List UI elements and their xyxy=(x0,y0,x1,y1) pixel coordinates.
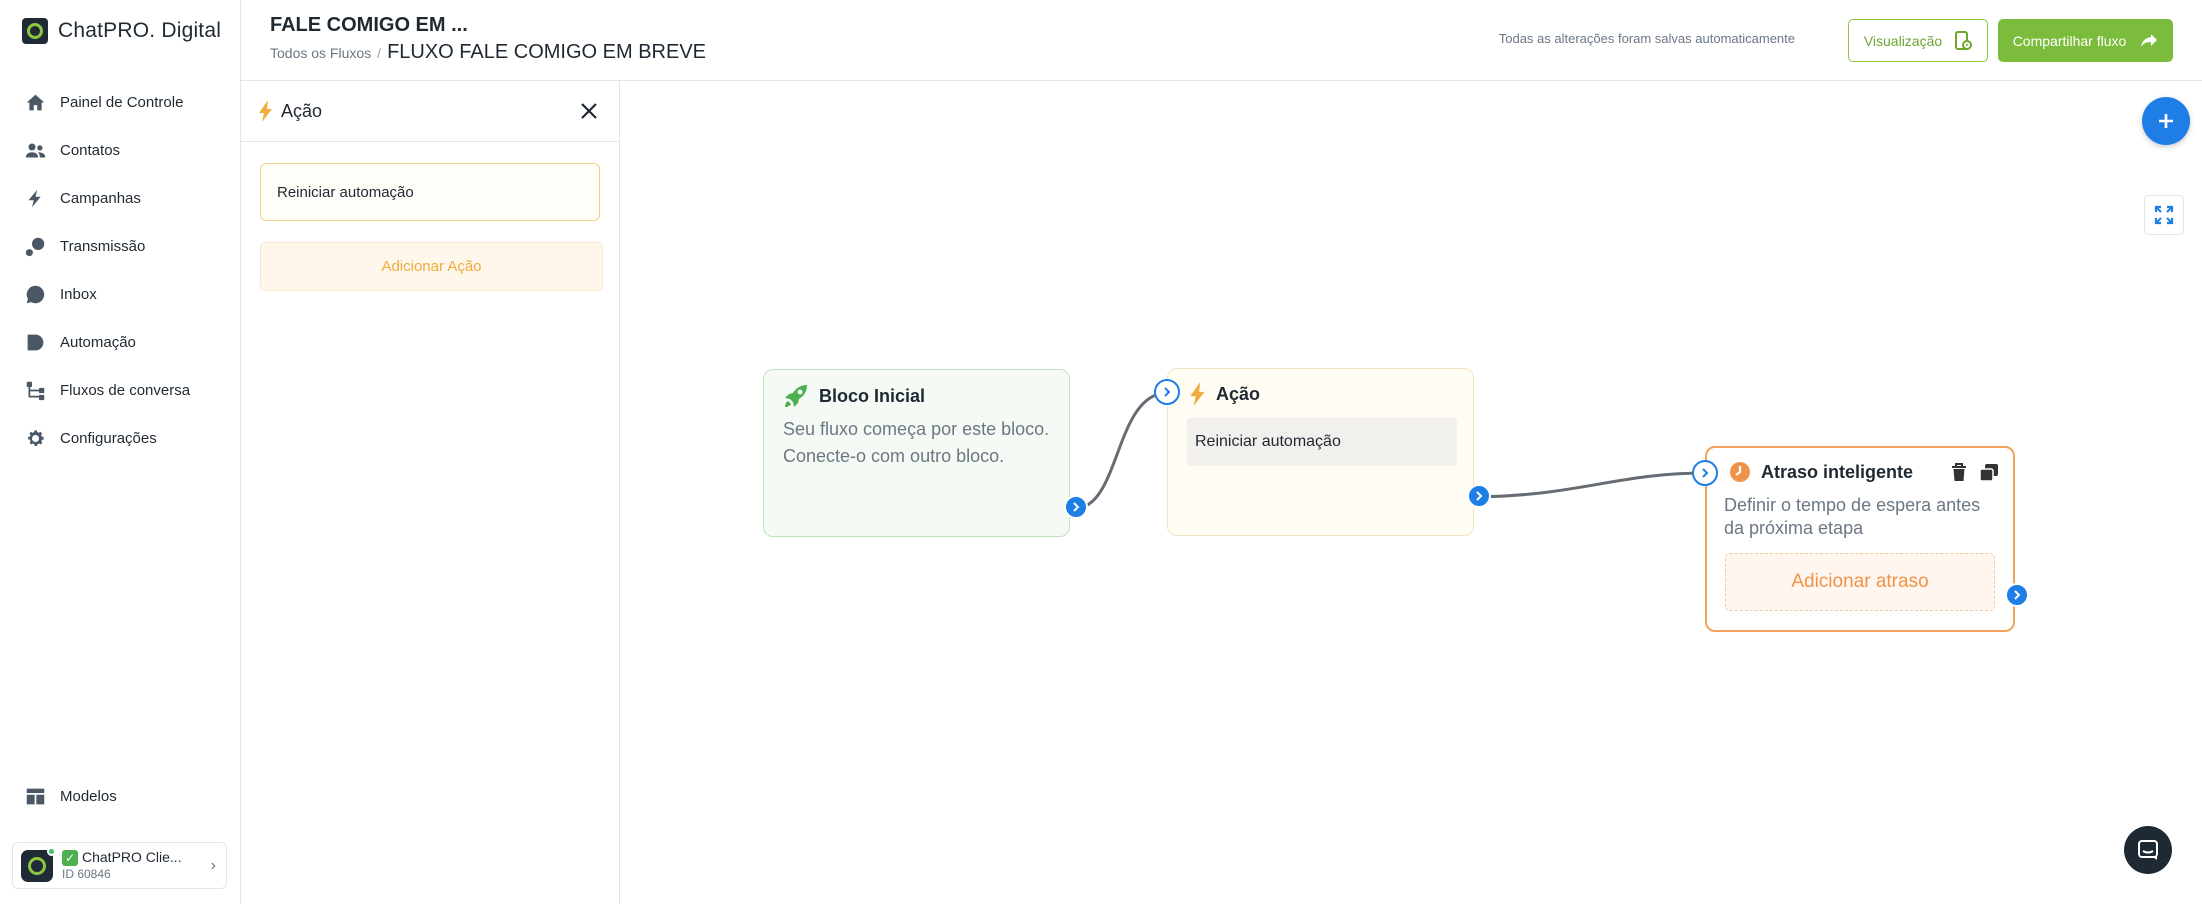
broadcast-icon xyxy=(24,235,46,257)
chat-icon xyxy=(24,283,46,305)
sidebar-item-label: Painel de Controle xyxy=(60,93,184,111)
account-switcher[interactable]: ✓ ChatPRO Clie... ID 60846 › xyxy=(12,842,227,889)
sidebar-item-contatos[interactable]: Contatos xyxy=(24,126,234,174)
action-item-reiniciar[interactable]: Reiniciar automação xyxy=(260,163,600,221)
flow-canvas[interactable]: Bloco Inicial Seu fluxo começa por este … xyxy=(620,81,2202,904)
brand-logo-icon xyxy=(22,18,48,44)
sidebar-bottom: Modelos xyxy=(24,772,117,820)
automation-icon xyxy=(24,331,46,353)
trash-icon[interactable] xyxy=(1951,462,1967,482)
sidebar-item-label: Fluxos de conversa xyxy=(60,381,191,399)
sidebar-item-automacao[interactable]: Automação xyxy=(24,318,234,366)
action-node[interactable]: Ação Reiniciar automação xyxy=(1167,368,1474,536)
templates-icon xyxy=(24,785,46,807)
fullscreen-button[interactable] xyxy=(2144,195,2184,235)
sidebar-item-painel[interactable]: Painel de Controle xyxy=(24,78,234,126)
sidebar-item-label: Transmissão xyxy=(60,237,146,255)
node-description: Seu fluxo começa por este bloco. Conecte… xyxy=(783,419,1050,466)
brand-name: ChatPRO. Digital xyxy=(58,19,222,42)
node-title: Ação xyxy=(1216,383,1261,404)
chevron-right-icon xyxy=(2014,590,2021,600)
avatar xyxy=(21,846,56,882)
account-name: ChatPRO Clie... xyxy=(82,849,182,866)
check-icon: ✓ xyxy=(62,850,78,866)
delay-output-port[interactable] xyxy=(2005,583,2029,607)
close-icon[interactable] xyxy=(575,97,603,125)
action-input-port[interactable] xyxy=(1154,379,1180,405)
sidebar-item-label: Configurações xyxy=(60,429,157,447)
autosave-status: Todas as alterações foram salvas automat… xyxy=(1498,31,1795,46)
preview-label: Visualização xyxy=(1863,32,1943,49)
share-icon xyxy=(2141,33,2158,47)
breadcrumb-current[interactable]: FLUXO FALE COMIGO EM BREVE xyxy=(387,41,706,64)
sidebar-item-label: Contatos xyxy=(60,141,121,159)
flow-icon xyxy=(24,379,46,401)
bolt-icon xyxy=(1190,382,1205,406)
chevron-right-icon xyxy=(1073,502,1080,512)
sidebar-item-inbox[interactable]: Inbox xyxy=(24,270,234,318)
bolt-icon xyxy=(259,100,272,122)
sidebar-item-campanhas[interactable]: Campanhas xyxy=(24,174,234,222)
add-action-button[interactable]: Adicionar Ação xyxy=(260,242,603,291)
sidebar-item-label: Modelos xyxy=(60,787,117,805)
share-flow-button[interactable]: Compartilhar fluxo xyxy=(1998,19,2173,62)
preview-button[interactable]: Visualização xyxy=(1848,19,1988,62)
breadcrumb-separator: / xyxy=(377,45,382,61)
sidebar-item-label: Automação xyxy=(60,333,136,351)
connection-start-action xyxy=(1075,391,1168,510)
delay-input-port[interactable] xyxy=(1692,460,1718,486)
action-panel: Ação Reiniciar automação Adicionar Ação xyxy=(241,81,620,904)
panel-header: Ação xyxy=(241,81,619,142)
users-icon xyxy=(24,139,46,161)
chevron-right-icon: › xyxy=(210,856,216,874)
chevron-right-icon xyxy=(1164,387,1171,397)
sidebar-item-label: Campanhas xyxy=(60,189,141,207)
delay-node[interactable]: Atraso inteligente Definir o tempo de es… xyxy=(1705,446,2015,632)
start-output-port[interactable] xyxy=(1064,495,1088,519)
breadcrumb-root-link[interactable]: Todos os Fluxos xyxy=(270,45,371,61)
chevron-right-icon xyxy=(1476,491,1483,501)
action-chip[interactable]: Reiniciar automação xyxy=(1187,418,1457,466)
share-label: Compartilhar fluxo xyxy=(2012,32,2127,49)
online-status-dot xyxy=(47,846,56,856)
node-description: Definir o tempo de espera antes da próxi… xyxy=(1724,495,1981,538)
expand-icon xyxy=(2154,205,2174,225)
sidebar: ChatPRO. Digital Painel de Controle Cont… xyxy=(0,0,241,904)
sidebar-item-configuracoes[interactable]: Configurações xyxy=(24,414,234,462)
breadcrumb: Todos os Fluxos / FLUXO FALE COMIGO EM B… xyxy=(270,41,706,64)
start-node[interactable]: Bloco Inicial Seu fluxo começa por este … xyxy=(763,369,1070,537)
add-block-button[interactable] xyxy=(2142,97,2190,145)
sidebar-item-modelos[interactable]: Modelos xyxy=(24,772,117,820)
sidebar-item-fluxos[interactable]: Fluxos de conversa xyxy=(24,366,234,414)
account-id: ID 60846 xyxy=(62,866,111,881)
node-title: Atraso inteligente xyxy=(1761,461,1914,482)
sidebar-item-label: Inbox xyxy=(60,285,97,303)
chat-icon xyxy=(2138,840,2158,860)
clock-icon xyxy=(1730,462,1750,482)
rocket-icon xyxy=(785,385,807,407)
bolt-icon xyxy=(24,187,46,209)
plus-icon xyxy=(2159,114,2173,128)
sidebar-nav: Painel de Controle Contatos Campanhas Tr… xyxy=(24,78,234,462)
action-output-port[interactable] xyxy=(1467,484,1491,508)
preview-device-icon xyxy=(1955,30,1973,50)
copy-icon[interactable] xyxy=(1979,463,1999,482)
panel-title: Ação xyxy=(281,100,323,121)
add-delay-button[interactable]: Adicionar atraso xyxy=(1725,553,1995,611)
flow-header: FALE COMIGO EM ... Todos os Fluxos / FLU… xyxy=(241,0,2202,81)
page-title: FALE COMIGO EM ... xyxy=(270,14,468,36)
sidebar-item-transmissao[interactable]: Transmissão xyxy=(24,222,234,270)
support-chat-button[interactable] xyxy=(2124,826,2172,874)
gear-icon xyxy=(24,427,46,449)
chevron-right-icon xyxy=(1702,468,1709,478)
connection-action-delay xyxy=(1479,471,1706,499)
node-title: Bloco Inicial xyxy=(819,385,926,406)
brand[interactable]: ChatPRO. Digital xyxy=(22,18,221,44)
home-icon xyxy=(24,91,46,113)
